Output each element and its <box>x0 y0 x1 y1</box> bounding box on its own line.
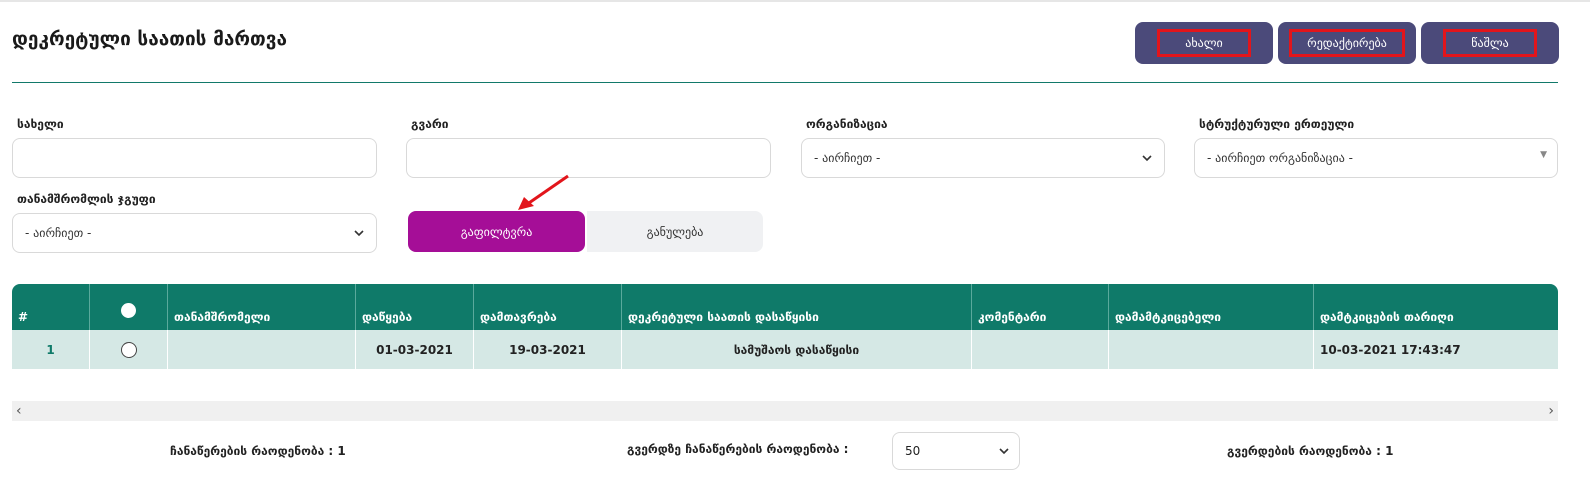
column-header-employee: თანამშრომელი <box>168 284 356 330</box>
row-select-radio[interactable] <box>120 341 137 358</box>
row-start: 01-03-2021 <box>356 330 474 369</box>
per-page-value: 50 <box>905 444 921 458</box>
triangle-down-icon: ▼ <box>1540 150 1547 160</box>
row-number: 1 <box>12 330 90 369</box>
per-page-label: გვერდზე ჩანაწერების რაოდენობა : <box>627 442 849 456</box>
first-name-label: სახელი <box>17 117 64 131</box>
chevron-down-icon <box>999 448 1009 455</box>
organization-select-value: - აირჩიეთ - <box>814 151 881 165</box>
row-approver <box>1109 330 1314 369</box>
select-all-radio[interactable] <box>121 303 136 318</box>
chevron-down-icon <box>1142 155 1152 162</box>
row-approval-date: 10-03-2021 17:43:47 <box>1320 342 1461 357</box>
chevron-down-icon <box>354 230 364 237</box>
page-title: დეკრეტული საათის მართვა <box>12 28 288 50</box>
group-select[interactable]: - აირჩიეთ - <box>12 213 377 253</box>
delete-button[interactable]: წაშლა <box>1421 22 1559 64</box>
arrow-pointer <box>518 174 569 210</box>
edit-button[interactable]: რედაქტირება <box>1278 22 1416 64</box>
last-name-field[interactable] <box>406 138 771 178</box>
organization-select[interactable]: - აირჩიეთ - <box>801 138 1165 178</box>
scroll-left-icon[interactable]: ‹ <box>16 403 22 419</box>
first-name-field[interactable] <box>12 138 377 178</box>
new-button-label: ახალი <box>1157 29 1251 57</box>
new-button[interactable]: ახალი <box>1135 22 1273 64</box>
unit-label: სტრუქტურული ერთეული <box>1199 117 1355 131</box>
row-end: 19-03-2021 <box>474 330 622 369</box>
edit-button-label: რედაქტირება <box>1289 29 1405 57</box>
header-divider <box>12 82 1558 83</box>
column-header-approval-date: დამტკიცების თარიღი <box>1320 310 1454 324</box>
column-header-comment: კომენტარი <box>972 284 1109 330</box>
row-decree-start: სამუშაოს დასაწყისი <box>622 330 972 369</box>
organization-label: ორგანიზაცია <box>806 117 888 131</box>
column-header-end: დამთავრება <box>474 284 622 330</box>
top-border <box>0 0 1590 2</box>
row-comment <box>972 330 1109 369</box>
column-header-number: # <box>12 284 90 330</box>
table-row[interactable]: 1 01-03-2021 19-03-2021 სამუშაოს დასაწყი… <box>12 330 1558 369</box>
records-count: ჩანაწერების რაოდენობა : 1 <box>170 444 346 458</box>
row-employee <box>168 330 356 369</box>
row-select-cell[interactable] <box>90 330 168 369</box>
group-select-value: - აირჩიეთ - <box>25 226 92 240</box>
pages-count: გვერდების რაოდენობა : 1 <box>1227 444 1394 458</box>
scroll-right-icon[interactable]: › <box>1548 403 1554 419</box>
reset-button[interactable]: განულება <box>587 211 763 252</box>
table-header: # თანამშრომელი დაწყება დამთავრება დეკრეტ… <box>12 284 1558 330</box>
filter-button[interactable]: გაფილტვრა <box>408 211 585 252</box>
column-header-start: დაწყება <box>356 284 474 330</box>
column-header-approver: დამამტკიცებელი <box>1109 284 1314 330</box>
unit-select-value: - აირჩიეთ ორგანიზაცია - <box>1207 151 1353 165</box>
records-table: # თანამშრომელი დაწყება დამთავრება დეკრეტ… <box>12 284 1558 369</box>
per-page-select[interactable]: 50 <box>892 432 1020 470</box>
delete-button-label: წაშლა <box>1443 29 1537 57</box>
group-label: თანამშრომლის ჯგუფი <box>17 192 156 206</box>
horizontal-scrollbar[interactable]: ‹ › <box>12 401 1558 421</box>
last-name-label: გვარი <box>411 117 449 131</box>
column-header-decree-start: დეკრეტული საათის დასაწყისი <box>622 284 972 330</box>
unit-select[interactable]: - აირჩიეთ ორგანიზაცია - ▼ <box>1194 138 1558 178</box>
column-header-select[interactable] <box>90 284 168 330</box>
